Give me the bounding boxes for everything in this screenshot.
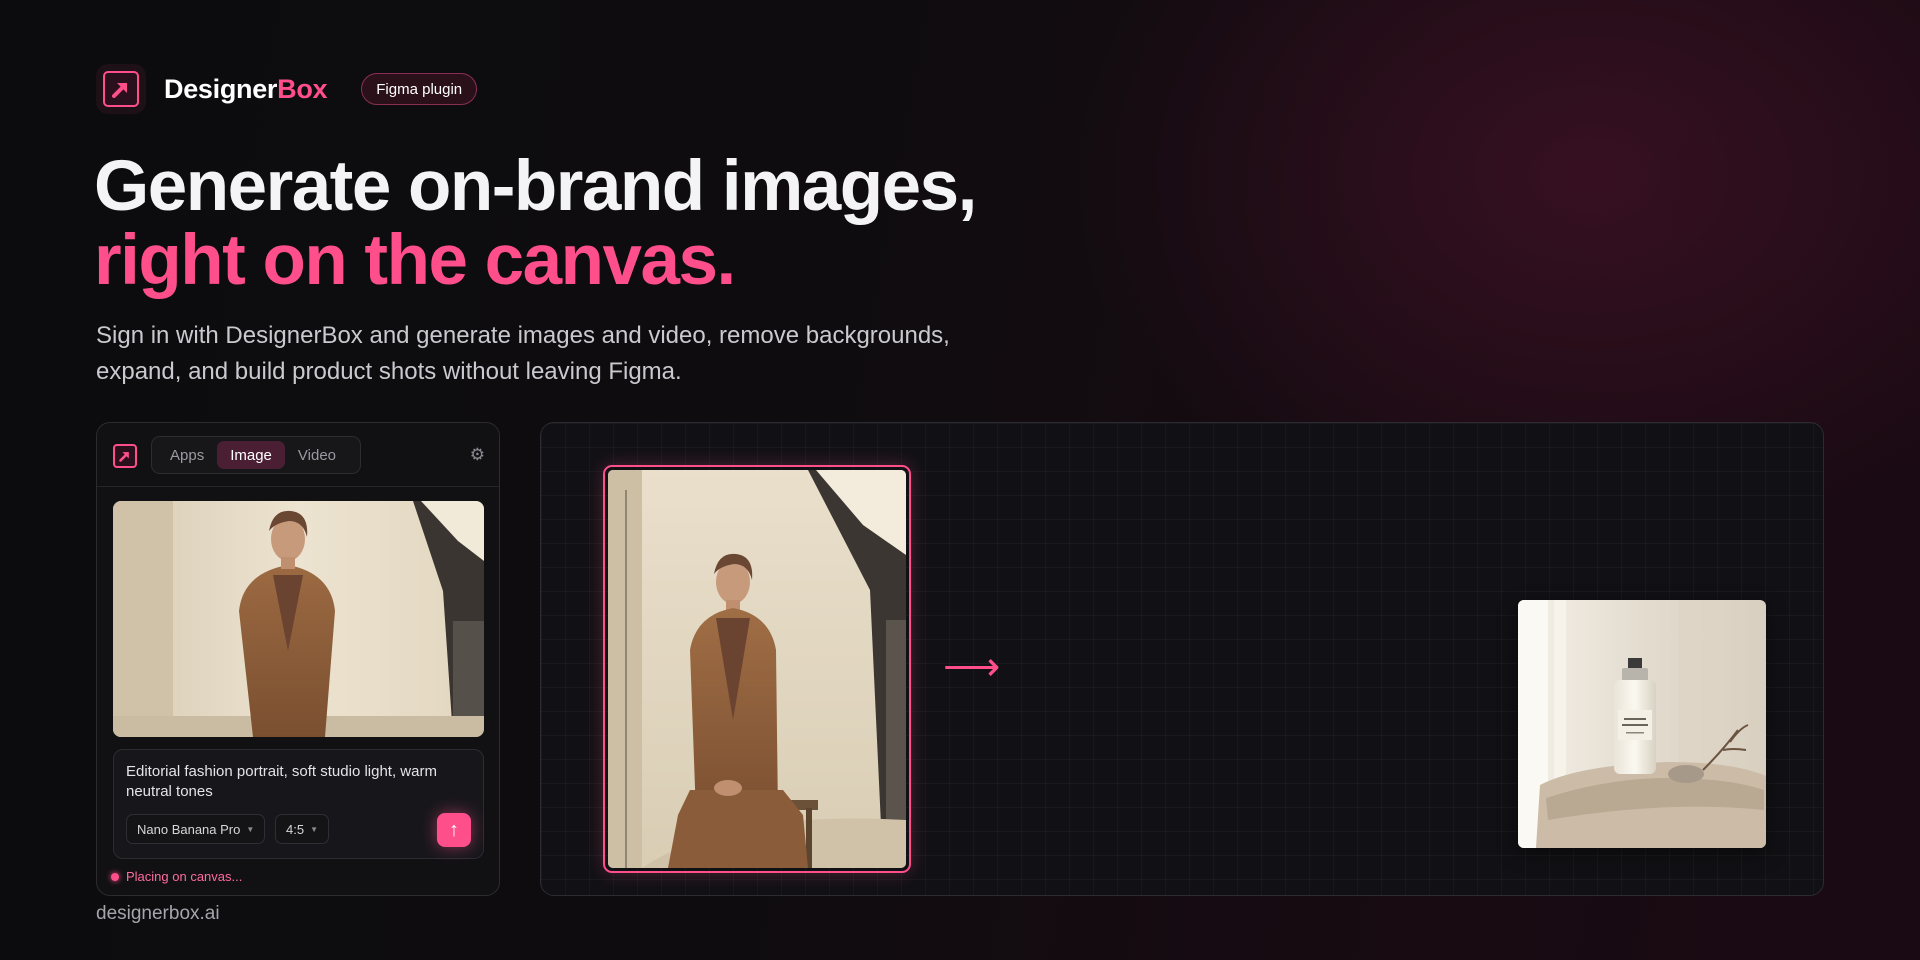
plugin-logo-icon — [113, 444, 137, 468]
figma-canvas[interactable]: ⟶ — [540, 422, 1824, 896]
mode-tabs: Apps Image Video — [151, 436, 361, 474]
portrait-image — [608, 470, 906, 868]
brand-name-accent: Box — [277, 73, 328, 104]
tab-video[interactable]: Video — [285, 441, 349, 469]
plugin-panel: Apps Image Video ⚙ Editorial fashion por… — [96, 422, 500, 896]
brand-name: DesignerBox — [164, 73, 328, 105]
product-shot-frame[interactable] — [1518, 600, 1766, 848]
chevron-down-icon: ▼ — [246, 824, 255, 834]
status-dot-icon — [111, 872, 119, 881]
send-button[interactable]: ↑ — [437, 813, 471, 847]
aspect-ratio-value: 4:5 — [286, 821, 305, 837]
model-select[interactable]: Nano Banana Pro ▼ — [126, 814, 266, 844]
footer-domain[interactable]: designerbox.ai — [96, 903, 220, 925]
chevron-down-icon: ▼ — [310, 824, 318, 834]
headline-line-1: Generate on-brand images, — [94, 147, 977, 226]
figma-plugin-badge: Figma plugin — [361, 73, 478, 105]
hero-subline: Sign in with DesignerBox and generate im… — [96, 322, 950, 385]
gear-icon[interactable]: ⚙ — [470, 445, 485, 465]
designerbox-logo[interactable] — [96, 64, 146, 114]
brand-name-main: Designer — [164, 73, 278, 104]
status-indicator: Placing on canvas... — [111, 869, 242, 884]
tab-image[interactable]: Image — [217, 441, 285, 469]
prompt-composer: Editorial fashion portrait, soft studio … — [113, 749, 484, 859]
brand-header: DesignerBox Figma plugin — [96, 64, 478, 114]
model-select-value: Nano Banana Pro — [137, 821, 241, 837]
selected-image-frame[interactable] — [603, 465, 911, 873]
status-text: Placing on canvas... — [126, 869, 243, 884]
tab-apps[interactable]: Apps — [157, 441, 217, 469]
arrow-up-icon: ↑ — [449, 818, 459, 841]
arrow-up-right-icon — [103, 71, 139, 107]
panel-toolbar: Apps Image Video ⚙ — [97, 423, 499, 487]
arrow-right-icon: ⟶ — [943, 645, 1001, 689]
page-headline: Generate on-brand images, right on the c… — [94, 147, 977, 300]
headline-line-2: right on the canvas. — [94, 221, 736, 300]
prompt-input[interactable]: Editorial fashion portrait, soft studio … — [126, 762, 446, 802]
aspect-ratio-select[interactable]: 4:5 ▼ — [275, 814, 329, 844]
generated-image-preview[interactable] — [113, 501, 484, 737]
